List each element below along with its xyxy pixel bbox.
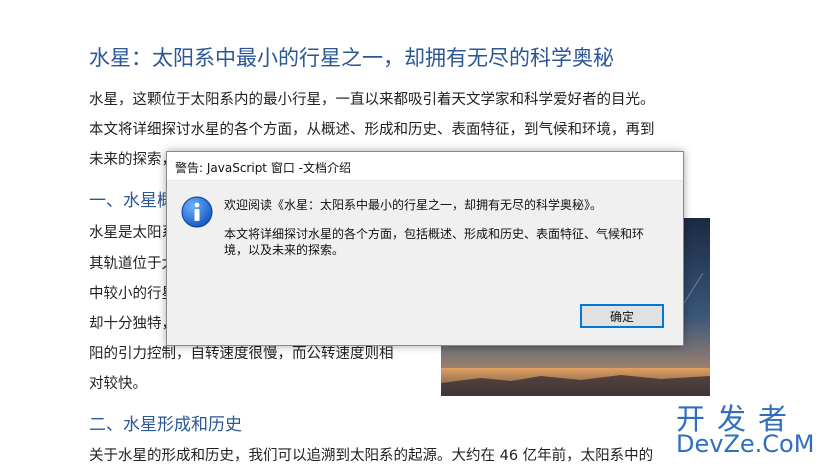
dialog-title: 警告: JavaScript 窗口 -文档介绍 — [175, 161, 351, 175]
article-title: 水星：太阳系中最小的行星之一，却拥有无尽的科学奥秘 — [89, 46, 614, 70]
dialog-message-2: 本文将详细探讨水星的各个方面，包括概述、形成和历史、表面特征、气候和环境，以及未… — [224, 227, 645, 257]
dialog-message-1: 欢迎阅读《水星：太阳系中最小的行星之一，却拥有无尽的科学奥秘》。 — [224, 198, 603, 212]
intro-line-1: 水星，这颗位于太阳系内的最小行星，一直以来都吸引着天文学家和科学爱好者的目光。 — [89, 92, 655, 108]
section2-heading: 二、水星形成和历史 — [89, 415, 242, 435]
watermark-en: DevZe.CoM — [676, 430, 815, 458]
dialog-titlebar[interactable]: 警告: JavaScript 窗口 -文档介绍 — [167, 152, 683, 181]
alert-dialog: 警告: JavaScript 窗口 -文档介绍 欢迎阅读《水星：太阳系中最小的行… — [166, 151, 684, 346]
section1-line-6: 对较快。 — [89, 376, 147, 392]
info-icon — [181, 196, 213, 228]
ok-button[interactable]: 确定 — [580, 304, 664, 328]
intro-line-2: 本文将详细探讨水星的各个方面，从概述、形成和历史、表面特征，到气候和环境，再到 — [89, 122, 655, 138]
watermark-logo: 开发者 DevZe.CoM — [676, 396, 826, 462]
section2-line-1: 关于水星的形成和历史，我们可以追溯到太阳系的起源。大约在 46 亿年前，太阳系中… — [89, 448, 654, 464]
